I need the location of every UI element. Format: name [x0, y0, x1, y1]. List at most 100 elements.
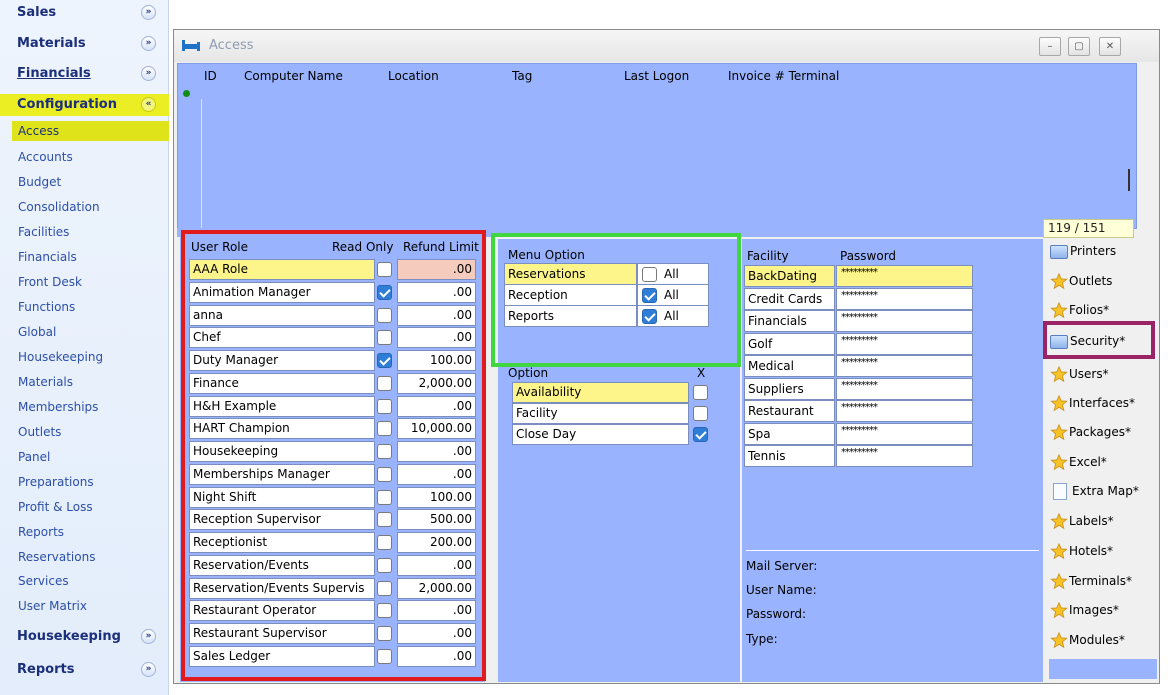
option-row[interactable]: Facility — [512, 403, 711, 424]
access-terminals-grid[interactable]: ID Computer Name Location Tag Last Logon… — [177, 63, 1137, 244]
sidebar-item-accounts[interactable]: Accounts — [18, 150, 73, 164]
facility-name[interactable]: Restaurant — [744, 400, 835, 422]
facility-password-field[interactable]: ********* — [836, 310, 973, 332]
facility-password-field[interactable]: ********* — [836, 265, 973, 287]
facility-row[interactable]: Spa ********* — [744, 422, 973, 445]
minimize-button[interactable]: – — [1039, 37, 1061, 56]
facility-row[interactable]: Medical ********* — [744, 355, 973, 377]
sidebar-item-profit-loss[interactable]: Profit & Loss — [18, 500, 93, 514]
facility-name[interactable]: BackDating — [744, 265, 835, 287]
option-name[interactable]: Facility — [512, 403, 689, 424]
facility-name[interactable]: Spa — [744, 422, 835, 445]
nav-group-sales[interactable]: Sales » — [0, 2, 169, 24]
interfaces-button[interactable]: Interfaces* — [1050, 395, 1135, 412]
facility-password-field[interactable]: ********* — [836, 400, 973, 422]
sidebar-item-access[interactable]: Access — [12, 121, 169, 141]
sidebar-item-panel[interactable]: Panel — [18, 450, 50, 464]
facility-name[interactable]: Financials — [744, 310, 835, 332]
sidebar-item-housekeeping[interactable]: Housekeeping — [18, 350, 103, 364]
chevron-up-icon[interactable]: « — [141, 97, 156, 112]
facility-name[interactable]: Credit Cards — [744, 287, 835, 310]
chevron-down-icon[interactable]: » — [141, 36, 156, 51]
option-row[interactable]: Availability — [512, 382, 711, 403]
facility-password-field[interactable]: ********* — [836, 332, 973, 355]
sidebar-item-reports[interactable]: Reports — [18, 525, 64, 539]
sidebar-item-global[interactable]: Global — [18, 325, 56, 339]
facility-row[interactable]: Restaurant ********* — [744, 400, 973, 422]
star-icon — [1050, 454, 1068, 471]
outlets-button[interactable]: Outlets — [1050, 273, 1112, 290]
sidebar-item-services[interactable]: Services — [18, 574, 69, 588]
column-header-invoice-terminal[interactable]: Invoice # Terminal — [728, 69, 839, 83]
facility-password-field[interactable]: ********* — [836, 355, 973, 377]
column-header-id[interactable]: ID — [204, 69, 217, 83]
column-header-x: X — [697, 366, 706, 380]
column-header-last-logon[interactable]: Last Logon — [624, 69, 689, 83]
facility-password-field[interactable]: ********* — [836, 287, 973, 310]
images-button[interactable]: Images* — [1050, 602, 1119, 619]
facility-row[interactable]: Financials ********* — [744, 310, 973, 332]
facility-password-field[interactable]: ********* — [836, 422, 973, 445]
excel-button[interactable]: Excel* — [1050, 454, 1107, 471]
sidebar-item-front-desk[interactable]: Front Desk — [18, 275, 82, 289]
option-name[interactable]: Close Day — [512, 424, 689, 445]
printers-button[interactable]: Printers — [1050, 244, 1116, 259]
column-header-tag[interactable]: Tag — [512, 69, 532, 83]
window-titlebar[interactable]: Access – ▢ ✕ — [174, 30, 1159, 62]
nav-group-materials[interactable]: Materials » — [0, 33, 169, 55]
facility-row[interactable]: Tennis ********* — [744, 445, 973, 467]
option-checkbox[interactable] — [693, 427, 708, 442]
sidebar-item-memberships[interactable]: Memberships — [18, 400, 98, 414]
close-button[interactable]: ✕ — [1099, 37, 1121, 56]
current-row-indicator-icon — [183, 90, 190, 97]
password-label: Password: — [746, 607, 807, 621]
hotels-button[interactable]: Hotels* — [1050, 543, 1113, 560]
printers-label: Printers — [1070, 244, 1117, 258]
facility-row[interactable]: Credit Cards ********* — [744, 287, 973, 310]
nav-group-configuration[interactable]: Configuration « — [0, 94, 169, 116]
option-checkbox[interactable] — [693, 385, 708, 400]
users-button[interactable]: Users* — [1050, 366, 1109, 383]
labels-button[interactable]: Labels* — [1050, 513, 1114, 530]
chevron-down-icon[interactable]: » — [141, 66, 156, 81]
extra-map-button[interactable]: Extra Map* — [1050, 483, 1139, 500]
scrollbar-thumb[interactable] — [1128, 169, 1130, 191]
nav-group-reports[interactable]: Reports » — [0, 659, 169, 681]
facility-row[interactable]: Golf ********* — [744, 332, 973, 355]
folios-button[interactable]: Folios* — [1050, 302, 1109, 319]
nav-group-housekeeping[interactable]: Housekeeping » — [0, 626, 169, 648]
nav-group-financials[interactable]: Financials » — [0, 63, 169, 85]
sidebar-item-budget[interactable]: Budget — [18, 175, 61, 189]
star-icon — [1050, 273, 1068, 290]
sidebar-item-preparations[interactable]: Preparations — [18, 475, 94, 489]
option-checkbox[interactable] — [693, 406, 708, 421]
terminals-button[interactable]: Terminals* — [1050, 573, 1132, 590]
sidebar-item-functions[interactable]: Functions — [18, 300, 75, 314]
chevron-down-icon[interactable]: » — [141, 629, 156, 644]
sidebar-item-consolidation[interactable]: Consolidation — [18, 200, 100, 214]
restore-button[interactable]: ▢ — [1068, 37, 1090, 56]
packages-button[interactable]: Packages* — [1050, 424, 1131, 441]
option-row[interactable]: Close Day — [512, 424, 711, 445]
sidebar-item-financials[interactable]: Financials — [18, 250, 77, 264]
sidebar-item-reservations[interactable]: Reservations — [18, 550, 95, 564]
user-name-label: User Name: — [746, 583, 817, 597]
sidebar-item-user-matrix[interactable]: User Matrix — [18, 599, 87, 613]
option-name[interactable]: Availability — [512, 382, 689, 403]
facility-row[interactable]: BackDating ********* — [744, 265, 973, 287]
sidebar-item-outlets[interactable]: Outlets — [18, 425, 61, 439]
facility-name[interactable]: Medical — [744, 355, 835, 377]
facility-password-field[interactable]: ********* — [836, 445, 973, 467]
facility-password-field[interactable]: ********* — [836, 377, 973, 400]
facility-name[interactable]: Golf — [744, 332, 835, 355]
column-header-location[interactable]: Location — [388, 69, 439, 83]
chevron-down-icon[interactable]: » — [141, 662, 156, 677]
sidebar-item-facilities[interactable]: Facilities — [18, 225, 69, 239]
facility-row[interactable]: Suppliers ********* — [744, 377, 973, 400]
facility-name[interactable]: Suppliers — [744, 377, 835, 400]
column-header-computer-name[interactable]: Computer Name — [244, 69, 343, 83]
chevron-down-icon[interactable]: » — [141, 5, 156, 20]
sidebar-item-materials[interactable]: Materials — [18, 375, 73, 389]
facility-name[interactable]: Tennis — [744, 445, 835, 467]
modules-button[interactable]: Modules* — [1050, 632, 1125, 649]
